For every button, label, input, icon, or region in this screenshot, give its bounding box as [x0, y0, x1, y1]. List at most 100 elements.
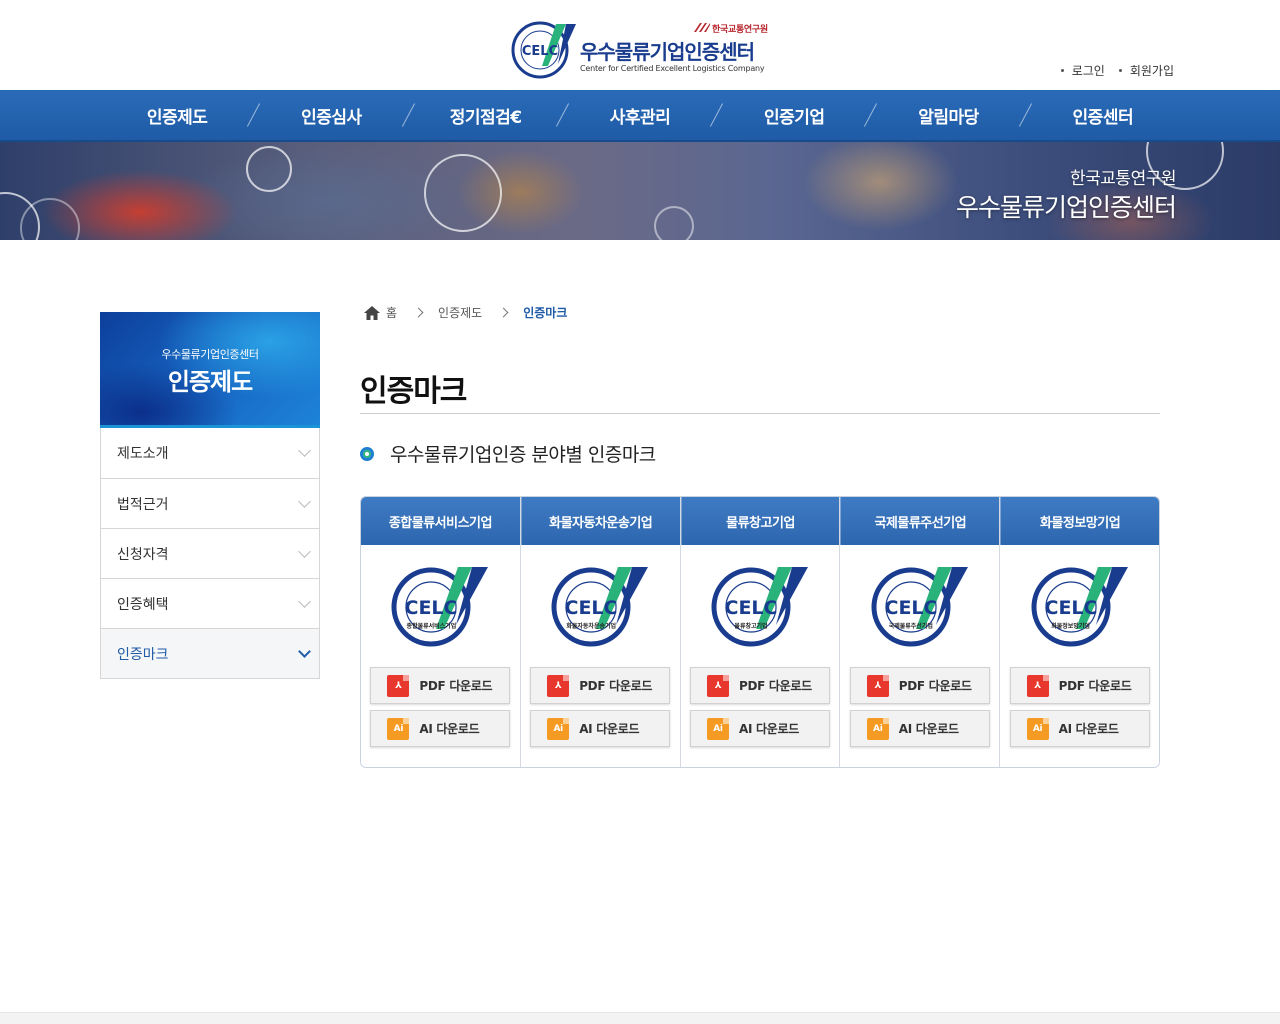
sidebar-item-introduction[interactable]: 제도소개	[101, 428, 319, 478]
nav-item-certification-system[interactable]: 인증제도	[100, 90, 254, 140]
logo-subtitle-en: Center for Certified Excellent Logistics…	[580, 64, 765, 73]
pdf-download-label: PDF 다운로드	[579, 679, 653, 693]
pdf-download-label: PDF 다운로드	[1058, 679, 1132, 693]
celc-emblem-icon: CELC	[510, 18, 580, 80]
mark-name: 종합물류서비스기업	[388, 515, 493, 531]
sidebar-title: 인증제도	[167, 368, 253, 396]
pdf-download-label: PDF 다운로드	[898, 679, 972, 693]
nav-item-notices[interactable]: 알림마당	[871, 90, 1025, 140]
title-divider	[360, 413, 1160, 414]
pdf-file-icon: ⅄	[1026, 674, 1049, 697]
pdf-download-button[interactable]: ⅄ PDF 다운로드	[370, 667, 511, 704]
banner-org: 한국교통연구원	[1070, 169, 1176, 189]
certification-mark-image: CELC 종합물류서비스기업	[388, 563, 492, 647]
pdf-download-button[interactable]: ⅄ PDF 다운로드	[689, 667, 830, 704]
svg-text:CELC: CELC	[884, 597, 937, 619]
certification-mark-image: CELC 물류창고기업	[708, 563, 812, 647]
ai-download-button[interactable]: Ai AI 다운로드	[530, 710, 671, 747]
banner-title: 우수물류기업인증센터	[955, 193, 1177, 222]
page-title: 인증마크	[360, 374, 467, 409]
pdf-file-icon: ⅄	[866, 674, 889, 697]
chevron-right-icon	[413, 307, 424, 318]
ai-download-button[interactable]: Ai AI 다운로드	[1009, 710, 1150, 747]
mark-name: 화물정보망기업	[1039, 515, 1121, 531]
breadcrumb-level1[interactable]: 인증제도	[438, 304, 482, 321]
nav-item-certified-companies[interactable]: 인증기업	[717, 90, 871, 140]
section-title: 우수물류기업인증 분야별 인증마크	[390, 444, 656, 466]
ai-download-label: AI 다운로드	[419, 722, 480, 736]
certification-mark-image: CELC 화물정보망기업	[1028, 563, 1132, 647]
nav-item-label: 정기점검€	[449, 107, 522, 128]
ai-file-icon: Ai	[706, 717, 729, 740]
chevron-right-icon	[498, 307, 509, 318]
signup-link[interactable]: 회원가입	[1119, 62, 1174, 79]
mark-column-header: 종합물류서비스기업	[361, 497, 520, 545]
nav-item-aftercare[interactable]: 사후관리	[563, 90, 717, 140]
pdf-download-button[interactable]: ⅄ PDF 다운로드	[530, 667, 671, 704]
ai-file-icon: Ai	[866, 717, 889, 740]
nav-item-center[interactable]: 인증센터	[1026, 90, 1180, 140]
pdf-download-button[interactable]: ⅄ PDF 다운로드	[1009, 667, 1150, 704]
sidebar-item-eligibility[interactable]: 신청자격	[101, 528, 319, 578]
banner-ring-decoration	[654, 206, 694, 240]
breadcrumb: 홈 인증제도 인증마크	[364, 304, 567, 321]
logo-org-name: 한국교통연구원	[712, 25, 768, 35]
breadcrumb-home[interactable]: 홈	[364, 304, 397, 321]
wireless-icon	[424, 154, 502, 232]
site-logo[interactable]: CELC 한국교통연구원 우수물류기업인증센터 Center for Certi…	[510, 18, 772, 80]
svg-text:CELC: CELC	[405, 597, 458, 619]
mark-column-header: 화물정보망기업	[1000, 497, 1159, 545]
nav-item-inspection[interactable]: 정기점검€	[409, 90, 563, 140]
certification-mark-image: CELC 화물자동차운송기업	[548, 563, 652, 647]
nav-item-label: 사후관리	[609, 107, 671, 128]
sidebar-subtitle: 우수물류기업인증센터	[161, 348, 259, 361]
nav-item-label: 인증심사	[301, 107, 362, 128]
mark-column: 화물정보망기업 CELC 화물정보망기업 ⅄ PDF 다운로드 Ai AI 다운…	[999, 497, 1159, 767]
ai-file-icon: Ai	[387, 717, 410, 740]
mark-name: 국제물류주선기업	[874, 515, 967, 531]
pdf-download-label: PDF 다운로드	[738, 679, 812, 693]
sidebar-item-benefits[interactable]: 인증혜택	[101, 578, 319, 628]
certification-marks-table: 종합물류서비스기업 CELC 종합물류서비스기업 ⅄ PDF 다운로드 Ai A…	[360, 496, 1160, 768]
svg-text:CELC: CELC	[1044, 597, 1097, 619]
pdf-download-label: PDF 다운로드	[419, 679, 493, 693]
mark-caption: 물류창고기업	[734, 623, 768, 630]
chevron-down-icon	[298, 494, 311, 508]
pdf-file-icon: ⅄	[706, 674, 729, 697]
mark-column-header: 화물자동차운송기업	[520, 497, 680, 545]
ai-download-button[interactable]: Ai AI 다운로드	[849, 710, 990, 747]
sidebar-item-certification-mark[interactable]: 인증마크	[101, 628, 319, 678]
nav-item-label: 인증센터	[1072, 107, 1134, 128]
pdf-download-button[interactable]: ⅄ PDF 다운로드	[849, 667, 990, 704]
celc-emblem-icon: CELC	[871, 567, 968, 647]
ai-download-label: AI 다운로드	[579, 722, 640, 736]
nav-item-label: 인증제도	[146, 107, 208, 128]
ai-download-button[interactable]: Ai AI 다운로드	[370, 710, 511, 747]
login-link[interactable]: 로그인	[1061, 62, 1105, 79]
logo-title: 우수물류기업인증센터	[580, 40, 755, 64]
section-heading: 우수물류기업인증 분야별 인증마크	[360, 440, 656, 467]
mark-column-header: 국제물류주선기업	[840, 497, 1000, 545]
celc-emblem-icon: CELC	[391, 567, 489, 647]
sidebar-menu: 제도소개 법적근거 신청자격 인증혜택 인증마크	[100, 428, 320, 679]
sidebar-item-legal-basis[interactable]: 법적근거	[101, 478, 319, 528]
nav-item-review[interactable]: 인증심사	[254, 90, 408, 140]
ai-file-icon: Ai	[547, 717, 570, 740]
mark-column: 국제물류주선기업 CELC 국제물류주선기업 ⅄ PDF 다운로드 Ai AI …	[839, 497, 1000, 767]
nav-item-label: 인증기업	[763, 107, 825, 128]
emblem-text: CELC	[522, 44, 558, 59]
sidebar-item-label: 인증혜택	[117, 596, 169, 613]
breadcrumb-current: 인증마크	[523, 306, 568, 320]
mark-column: 종합물류서비스기업 CELC 종합물류서비스기업 ⅄ PDF 다운로드 Ai A…	[361, 497, 520, 767]
ai-file-icon: Ai	[1026, 717, 1049, 740]
ai-download-label: AI 다운로드	[898, 722, 959, 736]
svg-text:CELC: CELC	[724, 597, 777, 619]
mark-column: 물류창고기업 CELC 물류창고기업 ⅄ PDF 다운로드 Ai AI 다운로드	[679, 497, 840, 767]
kotri-mark-icon	[694, 23, 710, 32]
hero-banner: 한국교통연구원 우수물류기업인증센터	[0, 142, 1280, 240]
sidebar-item-label: 제도소개	[117, 446, 169, 462]
cloud-icon	[246, 146, 292, 192]
mark-name: 물류창고기업	[726, 515, 795, 531]
mark-name: 화물자동차운송기업	[549, 515, 653, 531]
ai-download-button[interactable]: Ai AI 다운로드	[689, 710, 830, 747]
